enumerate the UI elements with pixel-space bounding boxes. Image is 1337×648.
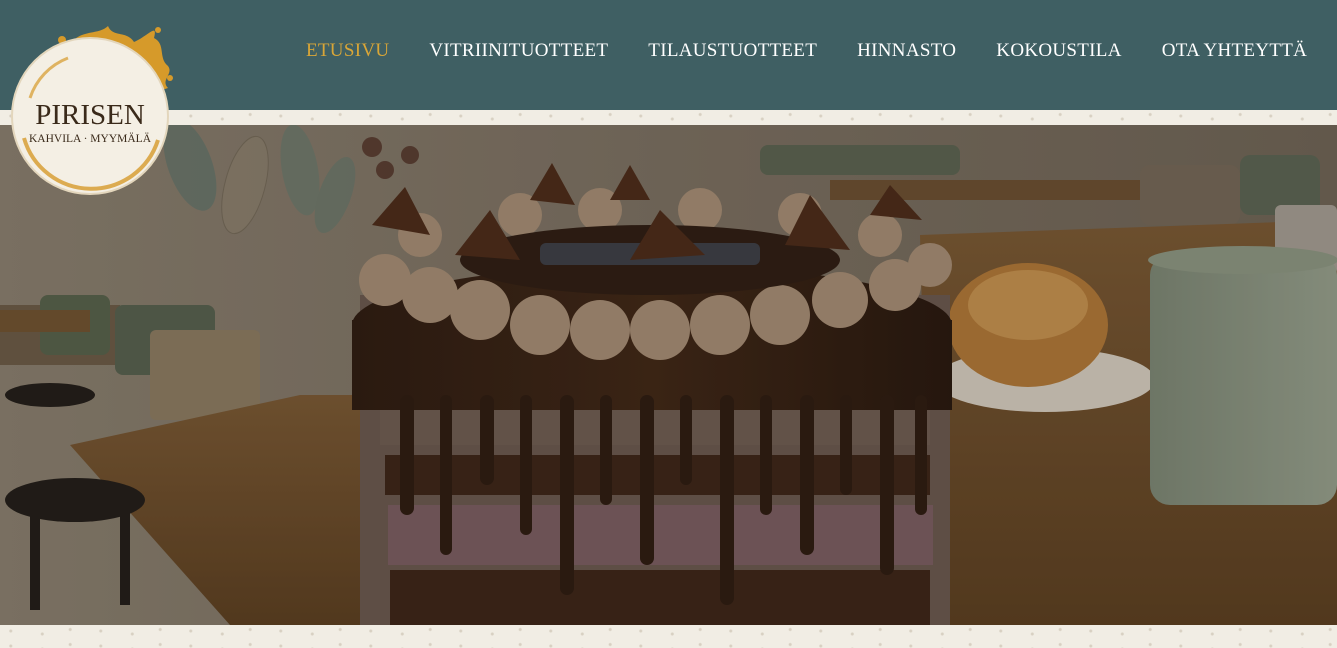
paper-divider-bottom (0, 625, 1337, 648)
coffee-splash-logo-icon: PIRISEN KAHVILA · MYYMÄLÄ (11, 26, 173, 195)
site-header: ETUSIVU VITRIINITUOTTEET TILAUSTUOTTEET … (0, 0, 1337, 110)
cake-photo-illustration (0, 125, 1337, 625)
nav-item-tilaustuotteet[interactable]: TILAUSTUOTTEET (648, 40, 817, 62)
logo-tagline: KAHVILA · MYYMÄLÄ (29, 131, 152, 145)
paper-divider-top (0, 110, 1337, 125)
logo-name: PIRISEN (35, 99, 145, 131)
site-logo[interactable]: PIRISEN KAHVILA · MYYMÄLÄ (8, 18, 174, 198)
nav-item-kokoustila[interactable]: KOKOUSTILA (996, 40, 1121, 62)
main-nav: ETUSIVU VITRIINITUOTTEET TILAUSTUOTTEET … (306, 38, 1337, 64)
nav-item-ota-yhteytta[interactable]: OTA YHTEYTTÄ (1162, 40, 1307, 62)
nav-item-etusivu[interactable]: ETUSIVU (306, 40, 389, 62)
nav-item-vitriinituotteet[interactable]: VITRIINITUOTTEET (429, 40, 608, 62)
nav-item-hinnasto[interactable]: HINNASTO (857, 40, 956, 62)
hero-image (0, 125, 1337, 625)
